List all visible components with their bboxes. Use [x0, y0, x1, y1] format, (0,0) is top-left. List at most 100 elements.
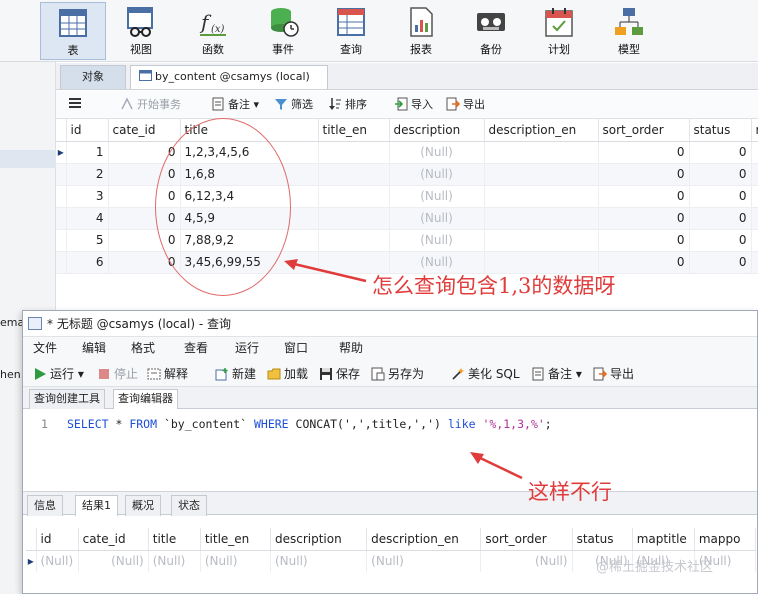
cell-status[interactable]: 0: [689, 229, 752, 252]
tab-by-content[interactable]: by_content @csamys (local) ...: [130, 65, 328, 105]
cell-id[interactable]: 6: [66, 251, 109, 274]
export-button[interactable]: 导出: [446, 96, 485, 114]
column-header[interactable]: cate_id: [108, 119, 181, 142]
cell-extra[interactable]: [751, 251, 758, 274]
menu-view[interactable]: 查看: [184, 337, 208, 359]
run-button[interactable]: 运行 ▾: [33, 365, 84, 382]
cell-description[interactable]: (Null): [389, 163, 485, 186]
cell-id[interactable]: 3: [66, 185, 109, 208]
cell-status[interactable]: 0: [689, 141, 752, 164]
result-cell[interactable]: (Null): [270, 550, 368, 572]
toolbar-view-button[interactable]: 视图: [108, 2, 174, 60]
cell-description[interactable]: (Null): [389, 185, 485, 208]
query-memo-button[interactable]: 备注 ▾: [531, 365, 582, 382]
toolbar-report-button[interactable]: 报表: [388, 2, 454, 60]
beautify-sql-button[interactable]: 美化 SQL: [451, 365, 520, 382]
cell-status[interactable]: 0: [689, 185, 752, 208]
menu-button[interactable]: [68, 96, 82, 114]
result-column-header[interactable]: cate_id: [78, 528, 149, 551]
cell-description[interactable]: (Null): [389, 207, 485, 230]
menu-edit[interactable]: 编辑: [82, 337, 106, 359]
cell-status[interactable]: 0: [689, 251, 752, 274]
cell-extra[interactable]: [751, 163, 758, 186]
cell-extra[interactable]: [751, 185, 758, 208]
sort-button[interactable]: 排序: [328, 96, 367, 114]
toolbar-function-button[interactable]: f (x) 函数: [180, 2, 246, 60]
cell-sort-order[interactable]: 0: [598, 207, 690, 230]
begin-transaction-button[interactable]: 开始事务: [120, 96, 181, 114]
cell-status[interactable]: 0: [689, 207, 752, 230]
toolbar-model-button[interactable]: 模型: [596, 2, 662, 60]
query-window-titlebar[interactable]: * 无标题 @csamys (local) - 查询: [23, 311, 757, 337]
cell-status[interactable]: 0: [689, 163, 752, 186]
cell-extra[interactable]: [751, 229, 758, 252]
result-column-header[interactable]: title: [148, 528, 201, 551]
cell-title-en[interactable]: [318, 185, 390, 208]
column-header[interactable]: sort_order: [598, 119, 690, 142]
save-as-button[interactable]: 另存为: [371, 365, 424, 382]
result-cell[interactable]: (Null): [200, 550, 271, 572]
result-cell[interactable]: (Null): [148, 550, 201, 572]
tab-profile[interactable]: 概况: [125, 495, 161, 516]
cell-id[interactable]: 2: [66, 163, 109, 186]
result-column-header[interactable]: maptitle: [632, 528, 695, 551]
result-column-header[interactable]: id: [36, 528, 79, 551]
tab-status[interactable]: 状态: [171, 495, 207, 516]
stop-button[interactable]: 停止: [97, 365, 138, 382]
result-cell[interactable]: (Null): [480, 550, 573, 572]
explain-button[interactable]: 解释: [147, 365, 188, 382]
tab-objects[interactable]: 对象: [60, 65, 126, 89]
filter-button[interactable]: 筛选: [274, 96, 313, 114]
cell-description-en[interactable]: [484, 229, 599, 252]
column-header[interactable]: id: [66, 119, 109, 142]
toolbar-event-button[interactable]: 事件: [250, 2, 316, 60]
result-column-header[interactable]: description_en: [366, 528, 482, 551]
cell-description-en[interactable]: [484, 141, 599, 164]
cell-description-en[interactable]: [484, 163, 599, 186]
result-cell[interactable]: (Null): [36, 550, 79, 572]
load-button[interactable]: 加载: [267, 365, 308, 382]
toolbar-query-button[interactable]: 查询: [318, 2, 384, 60]
toolbar-schedule-button[interactable]: 计划: [526, 2, 592, 60]
cell-sort-order[interactable]: 0: [598, 141, 690, 164]
new-button[interactable]: 新建: [215, 365, 256, 382]
cell-title-en[interactable]: [318, 141, 390, 164]
menu-format[interactable]: 格式: [131, 337, 155, 359]
cell-id[interactable]: 4: [66, 207, 109, 230]
toolbar-table-button[interactable]: 表: [40, 2, 106, 60]
result-cell[interactable]: (Null): [366, 550, 482, 572]
menu-file[interactable]: 文件: [33, 337, 57, 359]
cell-title-en[interactable]: [318, 229, 390, 252]
query-export-button[interactable]: 导出: [593, 365, 634, 382]
save-button[interactable]: 保存: [319, 365, 360, 382]
result-column-header[interactable]: mappo: [694, 528, 757, 551]
column-header[interactable]: status: [689, 119, 752, 142]
sql-editor[interactable]: 1 SELECT * FROM `by_content` WHERE CONCA…: [23, 409, 757, 491]
tab-query-builder[interactable]: 查询创建工具: [29, 389, 105, 409]
cell-description[interactable]: (Null): [389, 229, 485, 252]
table-row[interactable]: ▸ 1 0 1,2,3,4,5,6 (Null) 0 0: [56, 141, 758, 164]
cell-extra[interactable]: [751, 207, 758, 230]
result-column-header[interactable]: description: [270, 528, 368, 551]
tab-result-1[interactable]: 结果1: [75, 495, 118, 516]
toolbar-backup-button[interactable]: 备份: [458, 2, 524, 60]
tab-query-editor[interactable]: 查询编辑器: [113, 389, 178, 409]
column-header[interactable]: title_en: [318, 119, 390, 142]
cell-extra[interactable]: [751, 141, 758, 164]
result-column-header[interactable]: status: [572, 528, 633, 551]
column-header[interactable]: description_en: [484, 119, 599, 142]
cell-description[interactable]: (Null): [389, 141, 485, 164]
memo-button[interactable]: 备注 ▾: [211, 96, 259, 114]
connection-selected-row[interactable]: [0, 150, 56, 168]
menu-run[interactable]: 运行: [235, 337, 259, 359]
result-column-header[interactable]: title_en: [200, 528, 271, 551]
cell-id[interactable]: 5: [66, 229, 109, 252]
import-button[interactable]: 导入: [394, 96, 433, 114]
menu-window[interactable]: 窗口: [284, 337, 308, 359]
result-cell[interactable]: (Null): [78, 550, 149, 572]
column-header[interactable]: r: [751, 119, 758, 142]
menu-help[interactable]: 帮助: [339, 337, 363, 359]
column-header[interactable]: description: [389, 119, 485, 142]
cell-sort-order[interactable]: 0: [598, 229, 690, 252]
tab-info[interactable]: 信息: [27, 495, 63, 516]
